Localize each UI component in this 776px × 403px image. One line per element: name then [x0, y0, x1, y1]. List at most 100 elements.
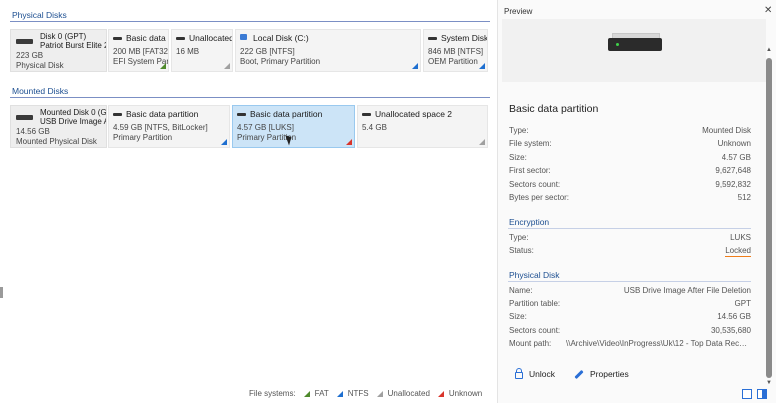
pd-size-value: 14.56 GB	[717, 312, 751, 321]
partition-icon	[428, 37, 437, 40]
fat-swatch-icon	[303, 390, 310, 397]
disk-map-pane: Physical Disks Disk 0 (GPT) Patriot Burs…	[0, 0, 497, 403]
physical-disk-card[interactable]: Disk 0 (GPT) Patriot Burst Elite 24 223 …	[10, 29, 107, 72]
legend-unallocated: Unallocated	[376, 389, 430, 398]
physical-disks-rule	[10, 21, 490, 22]
partition-size: 4.59 GB [NTFS, BitLocker]	[113, 123, 208, 132]
mounted-disks-title: Mounted Disks	[12, 86, 69, 96]
partition-icon	[176, 37, 185, 40]
partition-name: Basic data pa	[126, 33, 168, 43]
save-view-icon[interactable]	[742, 389, 752, 399]
properties-label: Properties	[590, 369, 629, 379]
pd-sectors-count-label: Sectors count:	[509, 326, 561, 335]
disk-model: Patriot Burst Elite 24	[40, 41, 107, 50]
partition-type: Boot, Primary Partition	[240, 57, 321, 66]
unlock-button[interactable]: Unlock	[515, 368, 555, 379]
disk-model: USB Drive Image Aft	[40, 117, 107, 126]
physical-disk-title: Physical Disk	[509, 270, 560, 280]
splitter-handle[interactable]	[0, 287, 3, 298]
partition-icon	[113, 113, 122, 116]
properties-button[interactable]: Properties	[574, 369, 629, 379]
unallocated-indicator-icon	[479, 139, 485, 145]
file-system-value: Unknown	[717, 139, 751, 148]
partition-type: OEM Partition	[428, 57, 478, 66]
sectors-count-label: Sectors count:	[509, 180, 561, 189]
encryption-title: Encryption	[509, 217, 550, 227]
unallocated-swatch-icon	[376, 390, 383, 397]
disk-size: 14.56 GB	[16, 127, 50, 136]
ntfs-swatch-icon	[336, 390, 343, 397]
unlock-label: Unlock	[529, 369, 555, 379]
partition-icon	[362, 113, 371, 116]
partition-name: Basic data partition	[126, 109, 199, 119]
encryption-type-value: LUKS	[730, 233, 751, 242]
disk-size: 223 GB	[16, 51, 44, 60]
file-system-label: File system:	[509, 139, 552, 148]
preview-heading: Basic data partition	[509, 103, 599, 115]
pd-name-label: Name:	[509, 286, 533, 295]
file-systems-legend: File systems: FAT NTFS Unallocated Unkno…	[249, 389, 482, 398]
partition-luks-selected[interactable]: Basic data partition 4.57 GB [LUKS] Prim…	[232, 105, 355, 148]
first-sector-value: 9,627,648	[715, 166, 751, 175]
mounted-disk-card[interactable]: Mounted Disk 0 (GP USB Drive Image Aft 1…	[10, 105, 107, 148]
unknown-fs-indicator-icon	[346, 139, 352, 145]
mounted-disks-rule	[10, 97, 490, 98]
partition-name: Unallocated	[189, 33, 233, 43]
scroll-up-icon[interactable]: ▲	[766, 47, 772, 53]
disk-name: Disk 0 (GPT)	[40, 32, 87, 41]
first-sector-label: First sector:	[509, 166, 551, 175]
pd-mount-path-label: Mount path:	[509, 339, 552, 348]
partition-size: 846 MB [NTFS]	[428, 47, 484, 56]
preview-scrollbar[interactable]	[766, 58, 772, 378]
partition-size: 200 MB [FAT32]	[113, 47, 169, 56]
hard-disk-icon	[16, 39, 33, 44]
partition-unallocated[interactable]: Unallocated 16 MB	[171, 29, 233, 72]
unknown-swatch-icon	[437, 390, 444, 397]
encryption-type-label: Type:	[509, 233, 529, 242]
pd-mount-path-value: \\Archive\Video\InProgress\Uk\12 - Top D…	[566, 339, 751, 348]
ntfs-indicator-icon	[412, 63, 418, 69]
toggle-preview-pane-icon[interactable]	[757, 389, 767, 399]
partition-unallocated-2[interactable]: Unallocated space 2 5.4 GB	[357, 105, 488, 148]
partition-name: Unallocated space 2	[375, 109, 453, 119]
preview-title: Preview	[504, 7, 533, 16]
drive-led	[616, 43, 619, 46]
lock-icon	[515, 368, 523, 379]
windows-drive-icon	[240, 34, 247, 40]
physical-disk-rule	[508, 281, 751, 282]
type-value: Mounted Disk	[702, 126, 751, 135]
pd-partition-table-value: GPT	[734, 299, 751, 308]
legend-ntfs: NTFS	[336, 389, 369, 398]
ntfs-indicator-icon	[221, 139, 227, 145]
scroll-down-icon[interactable]: ▼	[766, 380, 772, 386]
legend-label: File systems:	[249, 389, 296, 398]
view-toggle-group	[742, 389, 767, 399]
ntfs-indicator-icon	[479, 63, 485, 69]
physical-disks-title: Physical Disks	[12, 10, 67, 20]
partition-name: Basic data partition	[250, 109, 323, 119]
disk-name: Mounted Disk 0 (GP	[40, 108, 107, 117]
partition-icon	[113, 37, 122, 40]
partition-system-disk[interactable]: System Disk 846 MB [NTFS] OEM Partition	[423, 29, 488, 72]
partition-icon	[237, 113, 246, 116]
partition-efi[interactable]: Basic data pa 200 MB [FAT32] EFI System …	[108, 29, 169, 72]
legend-fat: FAT	[303, 389, 329, 398]
hard-disk-icon	[16, 115, 33, 120]
partition-size: 5.4 GB	[362, 123, 387, 132]
physical-disk-row: Disk 0 (GPT) Patriot Burst Elite 24 223 …	[10, 29, 490, 72]
partition-name: Local Disk (C:)	[253, 33, 309, 43]
pd-name-value: USB Drive Image After File Deletion	[623, 286, 751, 295]
encryption-rule	[508, 228, 751, 229]
partition-name: System Disk	[441, 33, 488, 43]
close-icon[interactable]: ✕	[764, 5, 772, 16]
legend-ntfs-label: NTFS	[347, 389, 369, 398]
encryption-status-value: Locked	[725, 246, 751, 257]
partition-local-disk-c[interactable]: Local Disk (C:) 222 GB [NTFS] Boot, Prim…	[235, 29, 421, 72]
encryption-status-label: Status:	[509, 246, 534, 255]
size-label: Size:	[509, 153, 527, 162]
partition-bitlocker[interactable]: Basic data partition 4.59 GB [NTFS, BitL…	[108, 105, 230, 148]
unallocated-indicator-icon	[224, 63, 230, 69]
bytes-per-sector-value: 512	[737, 193, 751, 202]
fat-indicator-icon	[160, 63, 166, 69]
pencil-icon	[574, 369, 584, 379]
